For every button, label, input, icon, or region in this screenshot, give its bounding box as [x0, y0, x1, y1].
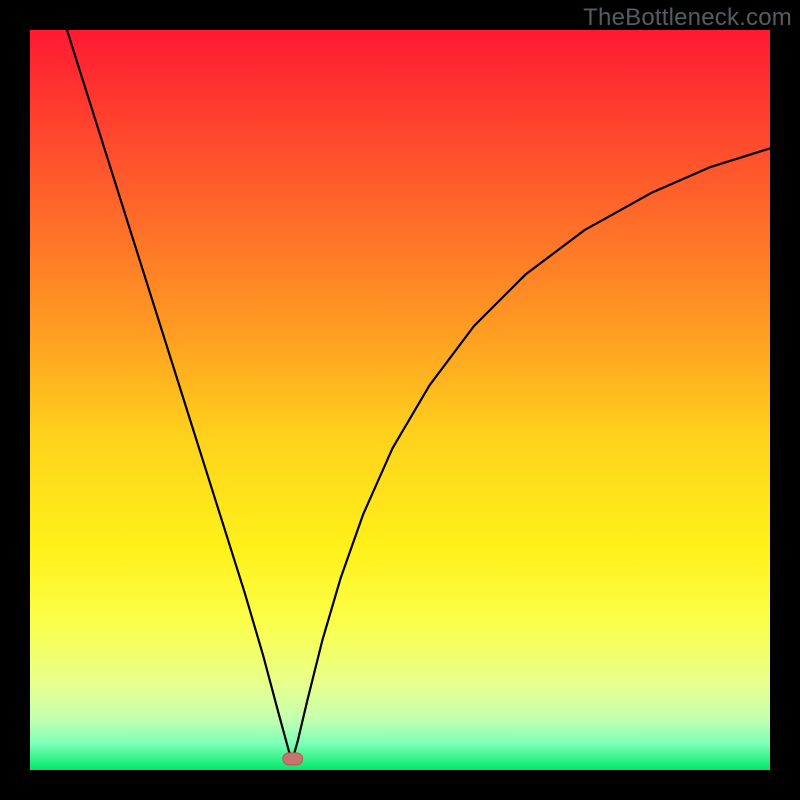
chart-plot [30, 30, 770, 770]
outer-frame: TheBottleneck.com [0, 0, 800, 800]
watermark-text: TheBottleneck.com [583, 4, 792, 32]
minimum-marker [283, 753, 303, 765]
gradient-background [30, 30, 770, 770]
